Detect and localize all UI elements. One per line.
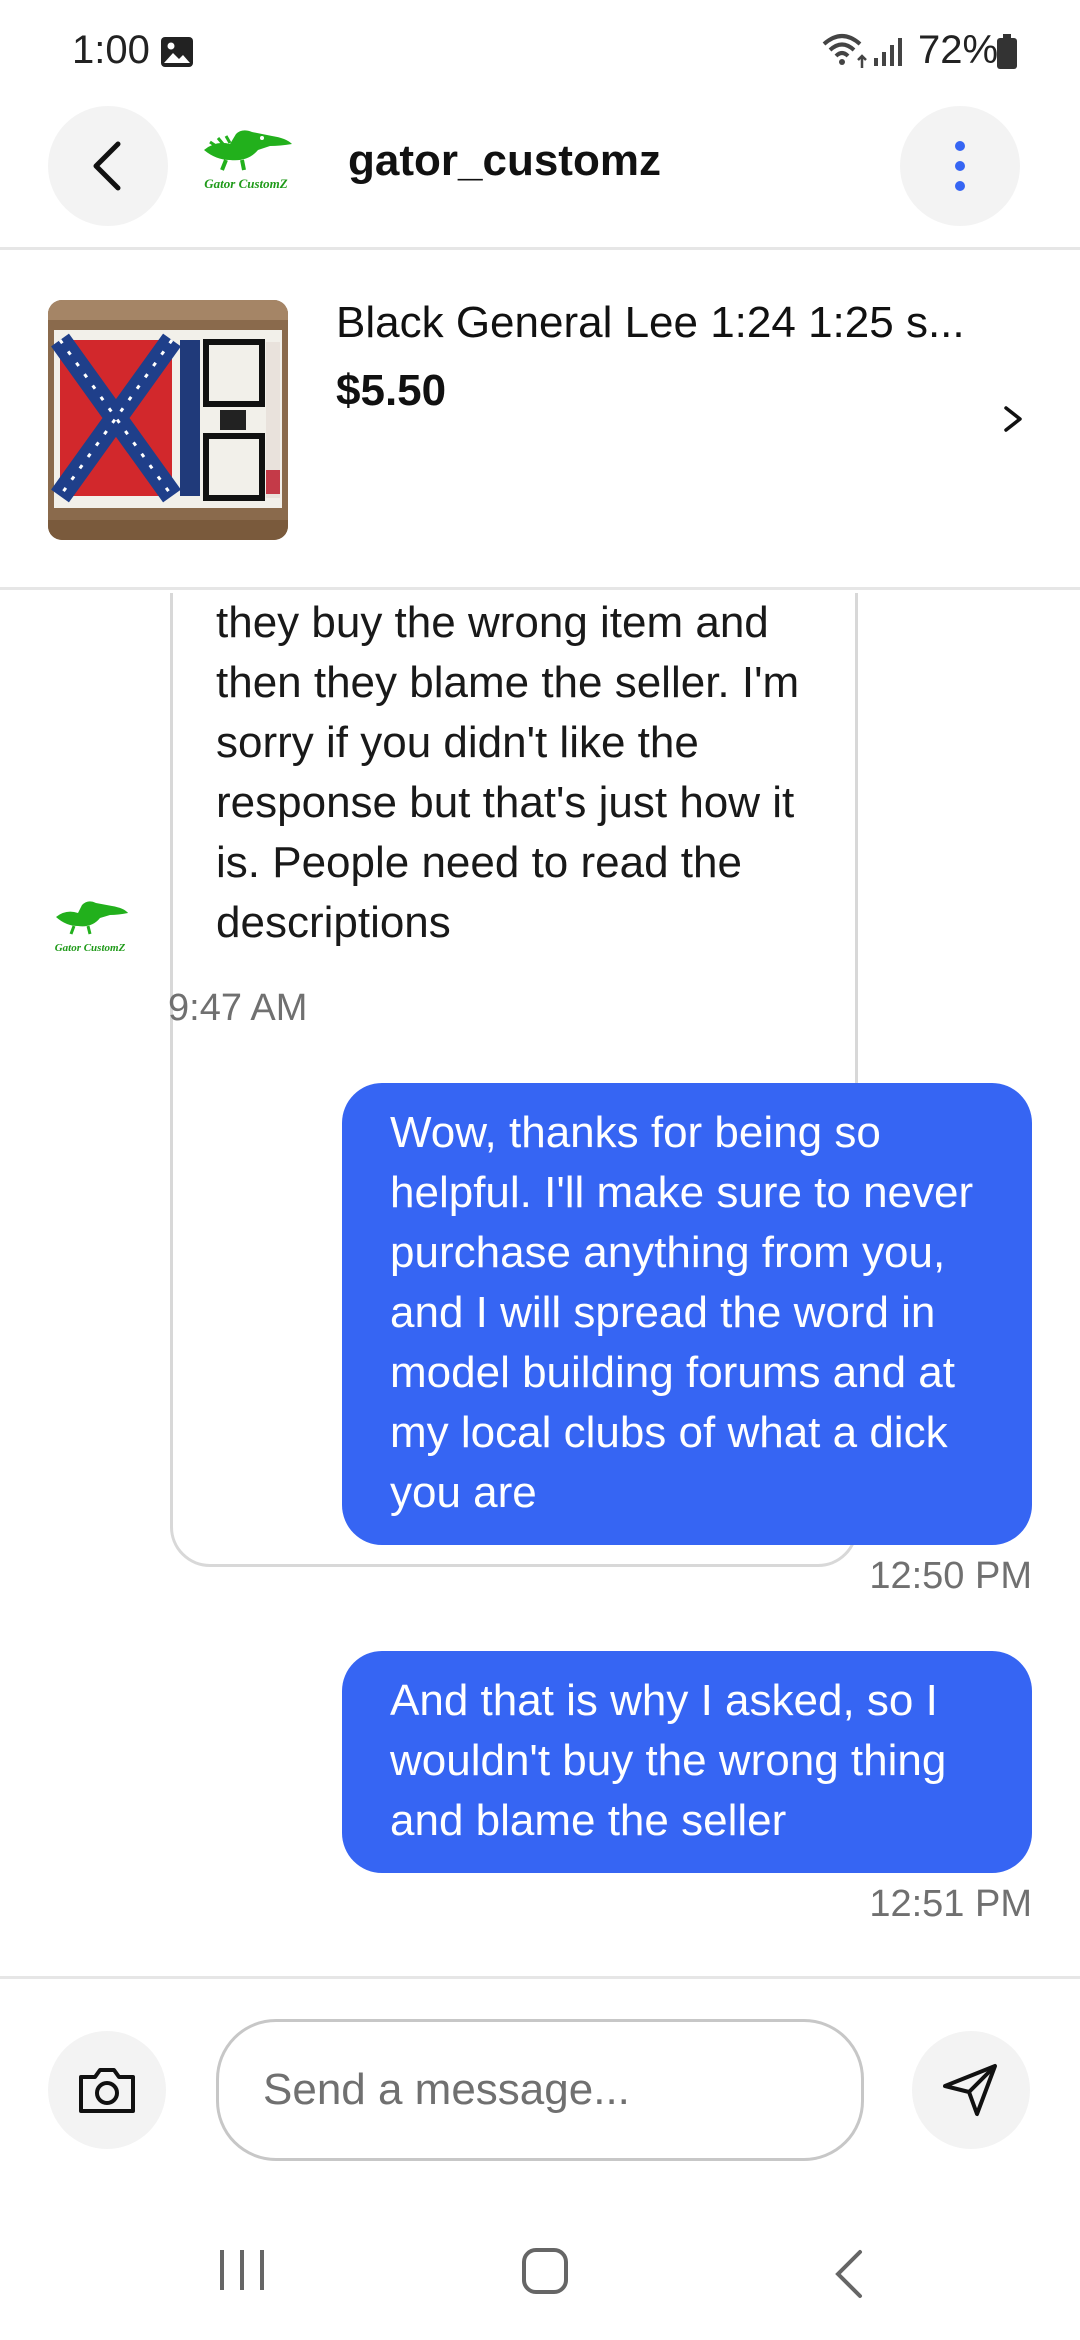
item-thumbnail[interactable]	[48, 300, 288, 540]
seller-name[interactable]: gator_customz	[348, 136, 661, 186]
more-options-button[interactable]	[900, 106, 1020, 226]
item-price: $5.50	[336, 366, 447, 415]
recent-apps-button[interactable]	[216, 2246, 270, 2294]
signal-icon	[874, 38, 902, 66]
send-button[interactable]	[912, 2031, 1030, 2149]
wifi-icon	[822, 34, 867, 68]
sender-avatar[interactable]: Gator CustomZ	[50, 893, 130, 957]
message-timestamp: 9:47 AM	[168, 987, 308, 1029]
outgoing-message: Wow, thanks for being so helpful. I'll m…	[342, 1083, 1032, 1545]
seller-logo[interactable]: Gator CustomZ	[196, 120, 296, 196]
message-thread[interactable]: they buy the wrong item and then they bl…	[0, 593, 1080, 1975]
home-button[interactable]	[518, 2246, 574, 2302]
status-bar: 1:00 72%	[0, 0, 1080, 100]
incoming-message-text: they buy the wrong item and then they bl…	[216, 598, 800, 947]
camera-icon	[79, 2068, 135, 2113]
back-button[interactable]	[48, 106, 168, 226]
seller-logo-text: Gator CustomZ	[204, 176, 287, 191]
back-arrow-icon	[93, 141, 121, 191]
system-back-button[interactable]	[828, 2246, 868, 2302]
listing-summary[interactable]: Black General Lee 1:24 1:25 s... $5.50	[0, 252, 1080, 590]
conversation-header: Gator CustomZ gator_customz	[0, 100, 1080, 250]
battery-percentage: 72%	[918, 28, 999, 72]
outgoing-message: And that is why I asked, so I wouldn't b…	[342, 1651, 1032, 1873]
item-title: Black General Lee 1:24 1:25 s...	[336, 298, 965, 347]
message-composer	[0, 1976, 1080, 2176]
camera-button[interactable]	[48, 2031, 166, 2149]
chat-screen: 1:00 72% Gator CustomZ gator_customz Bla…	[0, 0, 1080, 2340]
chevron-right-icon	[1004, 406, 1022, 432]
send-icon	[943, 2064, 997, 2116]
vertical-dots-icon	[955, 141, 965, 191]
gallery-notification-icon	[161, 37, 193, 67]
message-timestamp: 12:51 PM	[869, 1883, 1032, 1925]
message-timestamp: 12:50 PM	[869, 1555, 1032, 1597]
system-navigation-bar	[0, 2180, 1080, 2340]
status-time: 1:00	[72, 28, 150, 72]
avatar-logo-text: Gator CustomZ	[55, 942, 126, 954]
message-input[interactable]	[216, 2019, 864, 2161]
battery-icon	[997, 34, 1017, 69]
